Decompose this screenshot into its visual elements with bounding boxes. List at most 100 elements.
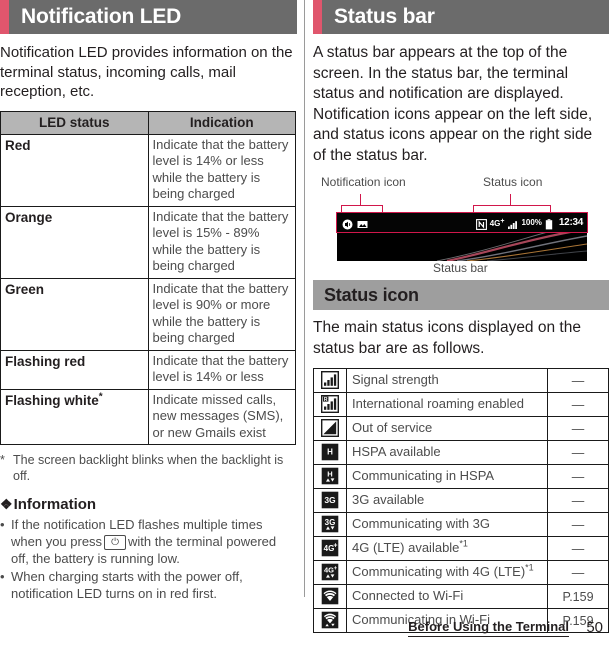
cell-reference: — [547,536,609,561]
cell-description: Connected to Wi-Fi [346,584,548,609]
table-row: Red Indicate that the battery level is 1… [0,133,296,207]
cell-reference: — [547,560,609,585]
table-row: 3G 3G available — [313,488,609,513]
cell-icon: 3G [313,512,347,537]
table-header-row: LED status Indication [0,110,296,135]
bullet-icon: • [0,517,5,532]
3g-communicating-icon: 3G [321,515,339,533]
cell-icon: R [313,392,347,417]
description-footnote: *1 [525,562,534,573]
description-text: Communicating in HSPA [352,468,495,483]
clock-label: 12:34 [558,217,583,228]
header-accent-bar [313,0,322,34]
description-text: Communicating with 4G (LTE) [352,564,526,579]
notification-icons-group [342,217,368,230]
cell-led-status: Flashing white* [0,388,149,445]
cell-indication: Indicate that the battery level is 14% o… [147,349,296,390]
cell-description: 3G available [346,488,548,513]
list-item-text: When charging starts with the power off,… [11,569,243,601]
manual-page: Notification LED Notification LED provid… [0,0,609,645]
column-header-indication: Indication [147,110,296,135]
description-text: Out of service [352,420,433,435]
table-row: R International roaming enabled — [313,392,609,417]
right-column: Status bar A status bar appears at the t… [313,0,609,633]
list-item: • If the notification LED flashes multip… [0,516,297,567]
network-type-label: 4G+ [490,218,505,228]
footnote-marker: * [98,391,103,402]
table-row: Out of service — [313,416,609,441]
cell-icon [313,584,347,609]
diamond-icon: ❖ [0,496,13,512]
column-header-led-status: LED status [0,110,149,135]
status-bar-intro: A status bar appears at the top of the s… [313,44,593,164]
cell-led-status-text: Flashing white [5,392,99,408]
status-icons-group: 4G+ 100% 12:34 [475,217,583,230]
table-row: Flashing white* Indicate missed calls, n… [0,388,296,445]
cell-indication: Indicate that the battery level is 15% -… [147,205,296,279]
cell-description: 4G (LTE) available*1 [346,536,548,561]
cell-description: HSPA available [346,440,548,465]
left-column: Notification LED Notification LED provid… [0,0,297,603]
information-heading: ❖ Information [0,496,297,513]
cell-icon: 4G + [313,560,347,585]
table-row: 4G + Communicating with 4G (LTE)*1 — [313,560,609,585]
table-row: 3G Communicating with 3G — [313,512,609,537]
power-key-icon: ⏻ [104,535,126,550]
subsection-title: Status icon [324,284,419,305]
cell-reference: — [547,368,609,393]
status-icon-intro: The main status icons displayed on the s… [313,319,581,357]
4g-available-icon: 4G + [321,539,339,557]
section-header-status-bar: Status bar [313,0,609,34]
svg-text:H: H [327,448,333,457]
svg-text:H: H [327,470,332,479]
description-text: HSPA available [352,444,441,459]
cell-led-status: Red [0,133,149,207]
list-item-text: If the notification LED flashes multiple… [11,516,297,567]
led-status-table: LED status Indication Red Indicate that … [0,110,296,446]
phone-screenshot: 4G+ 100% 12:34 [337,213,587,261]
description-text: International roaming enabled [352,396,525,411]
image-icon [357,217,368,228]
cell-reference: — [547,512,609,537]
cell-description: Communicating with 3G [346,512,548,537]
figure-label-notification-icon: Notification icon [321,175,406,189]
section-title: Status bar [334,5,435,28]
description-text: Signal strength [352,372,439,387]
4g-communicating-icon: 4G + [321,563,339,581]
table-row: H HSPA available — [313,440,609,465]
cell-description: International roaming enabled [346,392,548,417]
page-footer: Before Using the Terminal 50 [0,617,609,639]
svg-text:+: + [333,543,337,550]
list-item: • When charging starts with the power of… [0,568,297,602]
svg-text:R: R [324,397,328,403]
subsection-header-status-icon: Status icon [313,280,609,310]
header-accent-bar [0,0,9,34]
svg-text:3G: 3G [325,518,336,527]
table-footnote: * The screen backlight blinks when the b… [0,452,297,484]
cell-description: Out of service [346,416,548,441]
cell-led-status: Green [0,277,149,351]
description-text: 4G (LTE) available [352,540,460,555]
description-text: Connected to Wi-Fi [352,588,464,603]
cell-reference: — [547,488,609,513]
figure-label-status-bar: Status bar [433,261,488,275]
figure-label-status-icon: Status icon [483,175,543,189]
cell-reference: — [547,440,609,465]
cell-description: Communicating in HSPA [346,464,548,489]
svg-text:+: + [334,566,338,572]
network-type-sup: + [500,217,505,225]
cell-icon: H [313,440,347,465]
nfc-icon [475,217,487,230]
cell-reference: — [547,392,609,417]
bullet-icon: • [0,569,5,584]
network-type-text: 4G [489,218,501,228]
battery-percent-label: 100% [521,218,542,227]
status-bar-strip: 4G+ 100% 12:34 [337,213,587,232]
svg-text:3G: 3G [324,495,336,505]
cell-indication: Indicate that the battery level is 90% o… [147,277,296,351]
cell-icon: 3G [313,488,347,513]
status-bar-figure: Notification icon Status icon Status bar [313,175,609,280]
column-divider [304,0,305,597]
battery-icon [545,217,556,230]
out-of-service-icon [320,419,340,438]
